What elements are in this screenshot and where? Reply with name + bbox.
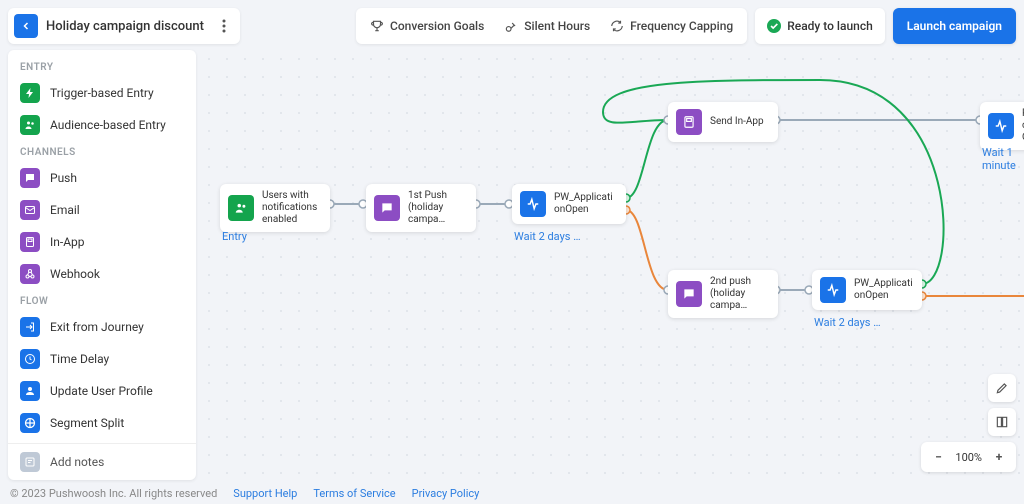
trophy-icon — [370, 19, 384, 33]
check-circle-icon — [767, 19, 781, 33]
footer: © 2023 Pushwoosh Inc. All rights reserve… — [0, 482, 1024, 504]
back-button[interactable] — [14, 14, 38, 38]
inapp-icon — [20, 232, 40, 252]
push-icon — [676, 281, 702, 307]
wait2-caption[interactable]: Wait 2 days … — [814, 316, 881, 329]
zoom-value: 100% — [949, 451, 988, 464]
ready-to-launch-indicator: Ready to launch — [755, 8, 885, 44]
campaign-title: Holiday campaign discount — [46, 19, 204, 34]
book-icon — [995, 415, 1009, 429]
zoom-in-button[interactable]: + — [988, 446, 1010, 468]
footer-copyright: © 2023 Pushwoosh Inc. All rights reserve… — [10, 487, 217, 500]
clock-icon — [20, 349, 40, 369]
silent-hours-button[interactable]: Silent Hours — [496, 12, 598, 40]
section-entry-title: ENTRY — [8, 56, 196, 77]
sidebar-item-segment-split[interactable]: Segment Split — [8, 407, 196, 439]
inapp-icon — [676, 109, 702, 135]
trigger-icon — [520, 191, 546, 217]
note-icon — [20, 452, 40, 472]
docs-button[interactable] — [988, 408, 1016, 436]
trigger-icon — [820, 277, 846, 303]
conversion-goals-button[interactable]: Conversion Goals — [362, 12, 492, 40]
title-card: Holiday campaign discount — [8, 8, 240, 44]
arrow-left-icon — [20, 20, 32, 32]
people-icon — [228, 195, 254, 221]
people-icon — [20, 115, 40, 135]
sidebar-item-email[interactable]: Email — [8, 194, 196, 226]
sidebar-item-audience-entry[interactable]: Audience-based Entry — [8, 109, 196, 141]
section-channels-title: CHANNELS — [8, 141, 196, 162]
push-icon — [20, 168, 40, 188]
connectors — [200, 50, 1024, 480]
zoom-control: − 100% + — [921, 442, 1016, 472]
zoom-out-button[interactable]: − — [927, 446, 949, 468]
sidebar-item-update-profile[interactable]: Update User Profile — [8, 375, 196, 407]
webhook-icon — [20, 264, 40, 284]
journey-canvas[interactable]: Users with notifications enabled Entry 1… — [200, 50, 1024, 480]
sidebar-item-delay[interactable]: Time Delay — [8, 343, 196, 375]
sidebar-item-inapp[interactable]: In-App — [8, 226, 196, 258]
add-notes-button[interactable]: Add notes — [8, 443, 196, 480]
entry-caption[interactable]: Entry — [222, 230, 247, 243]
exit-icon — [20, 317, 40, 337]
footer-support-link[interactable]: Support Help — [233, 487, 297, 500]
node-wait1[interactable]: PW_ApplicationOpen — [512, 184, 626, 224]
settings-pillbar: Conversion Goals Silent Hours Frequency … — [356, 8, 747, 44]
sidebar-item-exit[interactable]: Exit from Journey — [8, 311, 196, 343]
footer-terms-link[interactable]: Terms of Service — [313, 487, 395, 500]
split-icon — [20, 413, 40, 433]
sidebar-item-webhook[interactable]: Webhook — [8, 258, 196, 290]
bolt-icon — [20, 83, 40, 103]
email-icon — [20, 200, 40, 220]
node-wait-top[interactable]: PW_ScreenOpen — [980, 102, 1024, 150]
kebab-icon — [222, 19, 226, 33]
node-push2[interactable]: 2nd push (holiday campa… — [668, 270, 778, 318]
sidebar-item-trigger-entry[interactable]: Trigger-based Entry — [8, 77, 196, 109]
node-push1[interactable]: 1st Push (holiday campa… — [366, 184, 476, 232]
trigger-icon — [988, 113, 1014, 139]
user-icon — [20, 381, 40, 401]
node-inapp[interactable]: Send In-App — [668, 102, 778, 142]
sidebar-item-push[interactable]: Push — [8, 162, 196, 194]
refresh-icon — [610, 19, 624, 33]
more-menu-button[interactable] — [212, 14, 236, 38]
wait-top-caption[interactable]: Wait 1 minute — [982, 146, 1024, 172]
launch-campaign-button[interactable]: Launch campaign — [893, 8, 1016, 44]
push-icon — [374, 195, 400, 221]
footer-privacy-link[interactable]: Privacy Policy — [412, 487, 480, 500]
pencil-icon — [995, 381, 1009, 395]
section-flow-title: FLOW — [8, 290, 196, 311]
frequency-capping-button[interactable]: Frequency Capping — [602, 12, 741, 40]
tool-sidebar: ENTRY Trigger-based Entry Audience-based… — [8, 50, 196, 480]
node-entry[interactable]: Users with notifications enabled — [220, 184, 330, 232]
edit-mode-button[interactable] — [988, 374, 1016, 402]
wait1-caption[interactable]: Wait 2 days … — [514, 230, 581, 243]
node-wait2[interactable]: PW_ApplicationOpen — [812, 270, 922, 310]
silent-icon — [504, 19, 518, 33]
